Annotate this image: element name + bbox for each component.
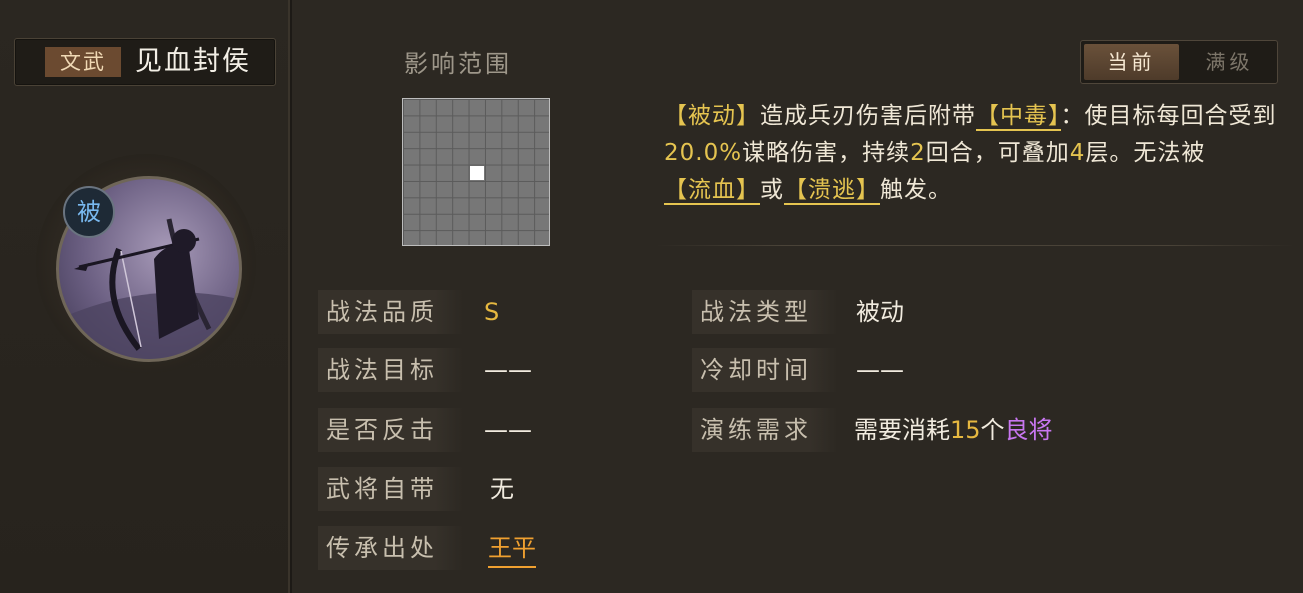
train-value: 需要消耗15个良将 [854, 408, 1053, 452]
quality-label: 战法品质 [318, 290, 464, 334]
train-unit: 个 [980, 416, 1005, 444]
desc-text: 谋略伤害，持续 [742, 140, 911, 166]
train-label: 演练需求 [692, 408, 838, 452]
divider [655, 245, 1295, 246]
cooldown-label: 冷却时间 [692, 348, 838, 392]
quality-value: S [484, 298, 500, 326]
cooldown-value: —— [856, 356, 904, 384]
innate-label: 武将自带 [318, 467, 464, 511]
desc-text: 层。无法被 [1085, 140, 1206, 166]
innate-value: 无 [490, 475, 514, 503]
level-toggle[interactable]: 当前 满级 [1080, 40, 1278, 84]
left-panel: 文武 见血封侯 被 [0, 0, 292, 593]
range-label: 影响范围 [404, 50, 512, 78]
skill-title-bar: 文武 见血封侯 [14, 38, 276, 86]
desc-text: 触发。 [880, 177, 952, 203]
source-label: 传承出处 [318, 526, 464, 570]
desc-bleed-tag[interactable]: 【流血】 [664, 177, 760, 205]
type-label: 战法类型 [692, 290, 838, 334]
desc-stack-value: 4 [1069, 140, 1086, 166]
skill-name: 见血封侯 [135, 46, 251, 77]
desc-poison-tag[interactable]: 【中毒】 [976, 103, 1061, 131]
toggle-max-level[interactable]: 满级 [1182, 41, 1277, 83]
target-label: 战法目标 [318, 348, 464, 392]
range-grid-center-cell [470, 166, 484, 180]
train-count: 15 [950, 416, 981, 444]
desc-text: 或 [760, 177, 784, 203]
target-value: —— [484, 356, 532, 384]
desc-passive-tag: 【被动】 [664, 103, 760, 129]
desc-text: ：使目标每回合受到 [1060, 103, 1277, 129]
desc-text: 回合，可叠加 [925, 140, 1070, 166]
type-value: 被动 [856, 298, 904, 326]
train-item-link[interactable]: 良将 [1005, 416, 1053, 444]
source-general-link[interactable]: 王平 [488, 530, 536, 568]
desc-duration-value: 2 [910, 140, 926, 166]
train-prefix: 需要消耗 [854, 416, 950, 444]
desc-rout-tag[interactable]: 【溃逃】 [784, 177, 880, 205]
counter-value: —— [484, 416, 532, 444]
toggle-current[interactable]: 当前 [1084, 44, 1179, 80]
skill-category-badge: 文武 [45, 47, 121, 77]
counter-label: 是否反击 [318, 408, 464, 452]
skill-description: 【被动】造成兵刃伤害后附带【中毒】：使目标每回合受到 20.0%谋略伤害，持续2回… [664, 98, 1296, 209]
desc-text: 造成兵刃伤害后附带 [760, 103, 976, 129]
passive-badge: 被 [63, 186, 115, 238]
desc-damage-value: 20.0% [664, 140, 743, 166]
